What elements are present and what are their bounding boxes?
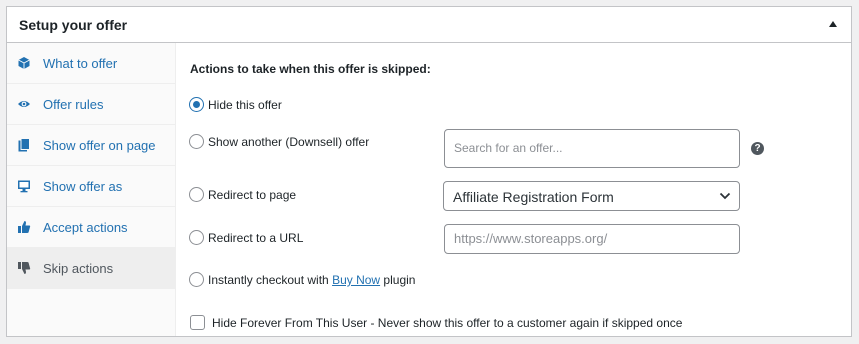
tab-show-offer-on-page[interactable]: Show offer on page (7, 125, 176, 166)
hide-offer-radio[interactable] (189, 97, 204, 112)
tab-label: Show offer on page (43, 138, 156, 153)
tab-label: Skip actions (43, 261, 114, 276)
panel-header: Setup your offer (7, 7, 851, 43)
redirect-page-value: Affiliate Registration Form (453, 189, 614, 205)
tab-offer-rules[interactable]: Offer rules (7, 84, 176, 125)
redirect-page-label: Redirect to page (208, 188, 297, 202)
redirect-page-select[interactable]: Affiliate Registration Form (443, 181, 740, 211)
help-icon[interactable]: ? (751, 142, 764, 155)
tab-label: Show offer as (43, 179, 123, 194)
redirect-url-input[interactable]: https://www.storeapps.org/ (444, 224, 740, 254)
section-title: Actions to take when this offer is skipp… (190, 62, 431, 76)
tab-label: Accept actions (43, 220, 128, 235)
redirect-url-label: Redirect to a URL (208, 231, 304, 245)
collapse-arrow-icon[interactable] (829, 21, 837, 27)
downsell-offer-radio[interactable] (189, 134, 204, 149)
offer-tabs-sidebar: What to offer Offer rules Show offer on … (7, 43, 176, 336)
setup-offer-panel: Setup your offer What to offer Offer rul… (6, 6, 852, 337)
hide-forever-checkbox[interactable] (190, 315, 205, 330)
instant-checkout-radio[interactable] (189, 272, 204, 287)
thumbs-down-icon (18, 262, 31, 274)
tab-label: Offer rules (43, 97, 104, 112)
tab-accept-actions[interactable]: Accept actions (7, 207, 176, 248)
tab-show-offer-as[interactable]: Show offer as (7, 166, 176, 207)
buy-now-link[interactable]: Buy Now (332, 273, 380, 287)
cube-icon (18, 57, 30, 69)
instant-checkout-label: Instantly checkout with Buy Now plugin (208, 273, 416, 287)
tab-label: What to offer (43, 56, 118, 71)
tab-what-to-offer[interactable]: What to offer (7, 43, 176, 84)
thumbs-up-icon (18, 221, 31, 233)
downsell-offer-label: Show another (Downsell) offer (208, 135, 370, 149)
monitor-icon (18, 180, 30, 193)
redirect-page-radio[interactable] (189, 187, 204, 202)
chevron-down-icon (719, 192, 731, 200)
eye-icon (18, 101, 30, 107)
skip-actions-content: Actions to take when this offer is skipp… (177, 43, 851, 336)
hide-forever-label: Hide Forever From This User - Never show… (212, 316, 683, 330)
offer-search-input[interactable]: Search for an offer... (444, 129, 740, 168)
hide-offer-label: Hide this offer (208, 98, 282, 112)
tab-skip-actions[interactable]: Skip actions (7, 248, 176, 289)
redirect-url-radio[interactable] (189, 230, 204, 245)
page-icon (18, 138, 30, 152)
panel-title: Setup your offer (19, 17, 128, 33)
